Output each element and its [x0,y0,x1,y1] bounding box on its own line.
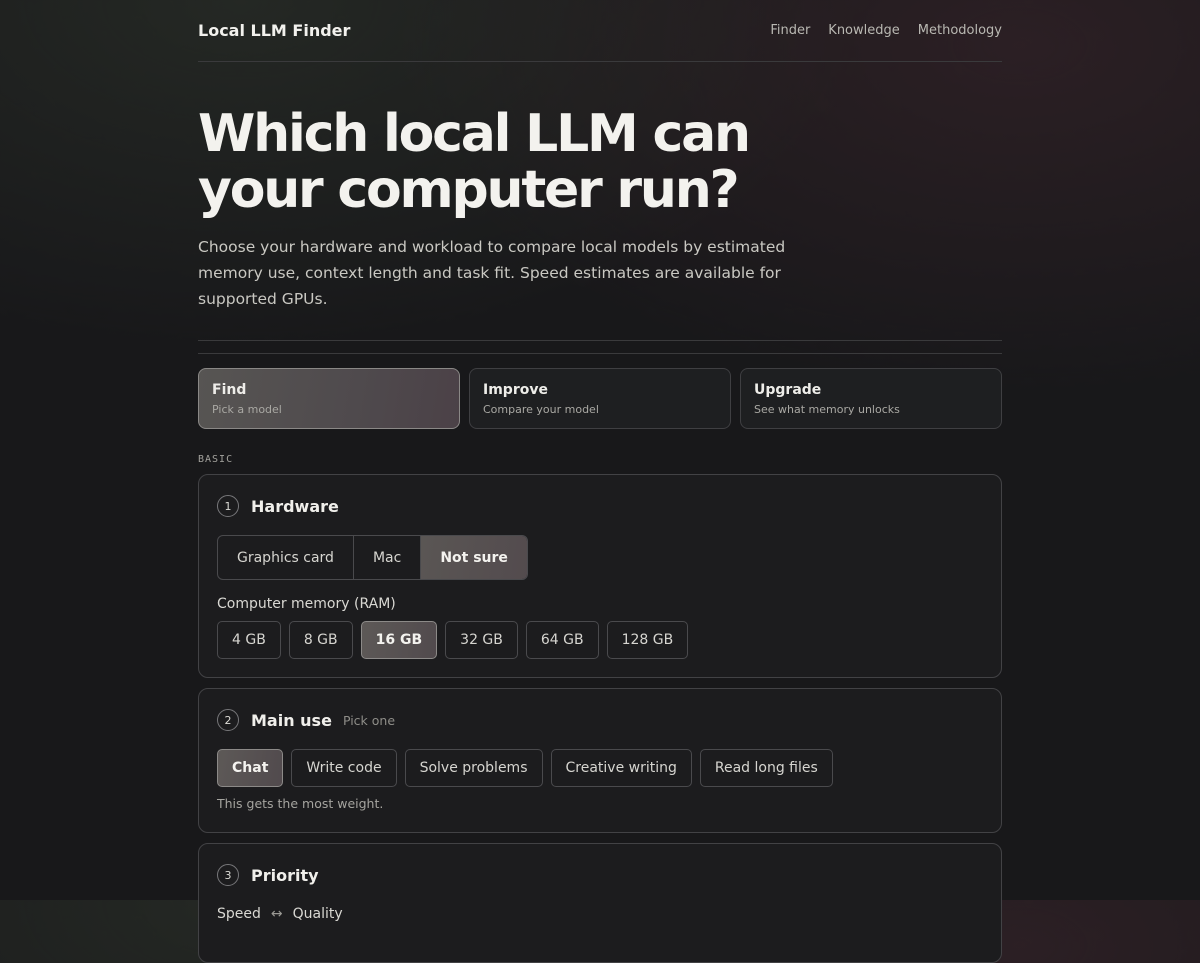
card-subtitle: Pick one [342,712,396,728]
mode-tab-title: Find [212,382,247,398]
nav-link-knowledge[interactable]: Knowledge [828,23,899,38]
page-container: Local LLM Finder Finder Knowledge Method… [198,0,1002,963]
nav-link-methodology[interactable]: Methodology [918,23,1002,38]
step-number-badge: 3 [217,864,239,886]
priority-right-label: Quality [292,906,343,922]
mode-tabs: Find Pick a model Improve Compare your m… [198,368,1002,429]
mode-tab-subtitle: Compare your model [483,403,599,416]
use-option-creative-writing[interactable]: Creative writing [550,749,692,787]
memory-option-4gb[interactable]: 4 GB [217,621,281,659]
page-intro: Choose your hardware and workload to com… [198,238,786,308]
memory-option-32gb[interactable]: 32 GB [445,621,518,659]
memory-option-16gb[interactable]: 16 GB [360,621,438,659]
mode-tab-find[interactable]: Find Pick a model [198,368,460,429]
page-title: Which local LLM can your computer run? [198,104,751,220]
memory-option-128gb[interactable]: 128 GB [606,621,689,659]
mode-tab-subtitle: See what memory unlocks [754,403,900,416]
hardware-option-not-sure[interactable]: Not sure [421,536,527,579]
nav-links: Finder Knowledge Methodology [770,23,1002,38]
memory-options: 4 GB 8 GB 16 GB 32 GB 64 GB 128 GB [217,621,983,659]
card-header: 2 Main use Pick one [217,707,983,733]
memory-label: Computer memory (RAM) [217,596,396,612]
priority-card: 3 Priority Speed ↔ Quality [198,843,1002,963]
use-option-write-code[interactable]: Write code [291,749,397,787]
mode-tab-improve[interactable]: Improve Compare your model [469,368,731,429]
main-use-hint: This gets the most weight. [217,796,384,811]
divider [198,340,1002,341]
brand-logo-text[interactable]: Local LLM Finder [198,21,350,40]
priority-slider-labels: Speed ↔ Quality [217,906,983,922]
main-use-options: Chat Write code Solve problems Creative … [217,749,983,787]
nav-link-finder[interactable]: Finder [770,23,810,38]
hardware-card: 1 Hardware Graphics card Mac Not sure Co… [198,474,1002,678]
memory-option-8gb[interactable]: 8 GB [288,621,353,659]
hardware-type-selector: Graphics card Mac Not sure [217,535,528,580]
left-right-arrow-icon: ↔ [270,906,283,922]
hardware-option-graphics-card[interactable]: Graphics card [218,536,354,579]
priority-left-label: Speed [217,906,261,922]
mode-tab-subtitle: Pick a model [212,403,282,416]
section-label-basic: BASIC [198,454,234,465]
card-title: Priority [251,865,319,885]
step-number-badge: 1 [217,495,239,517]
mode-tab-title: Upgrade [754,382,822,398]
mode-tab-upgrade[interactable]: Upgrade See what memory unlocks [740,368,1002,429]
step-number-badge: 2 [217,709,239,731]
top-nav: Local LLM Finder Finder Knowledge Method… [198,0,1002,62]
use-option-read-long-files[interactable]: Read long files [699,749,833,787]
memory-option-64gb[interactable]: 64 GB [525,621,599,659]
use-option-chat[interactable]: Chat [217,749,284,787]
card-title: Hardware [251,496,339,516]
card-header: 1 Hardware [217,493,983,519]
main-use-card: 2 Main use Pick one Chat Write code Solv… [198,688,1002,833]
hardware-option-mac[interactable]: Mac [354,536,422,579]
use-option-solve-problems[interactable]: Solve problems [404,749,543,787]
divider [198,353,1002,354]
card-title: Main use [251,710,332,730]
mode-tab-title: Improve [483,382,548,398]
card-header: 3 Priority [217,862,983,888]
